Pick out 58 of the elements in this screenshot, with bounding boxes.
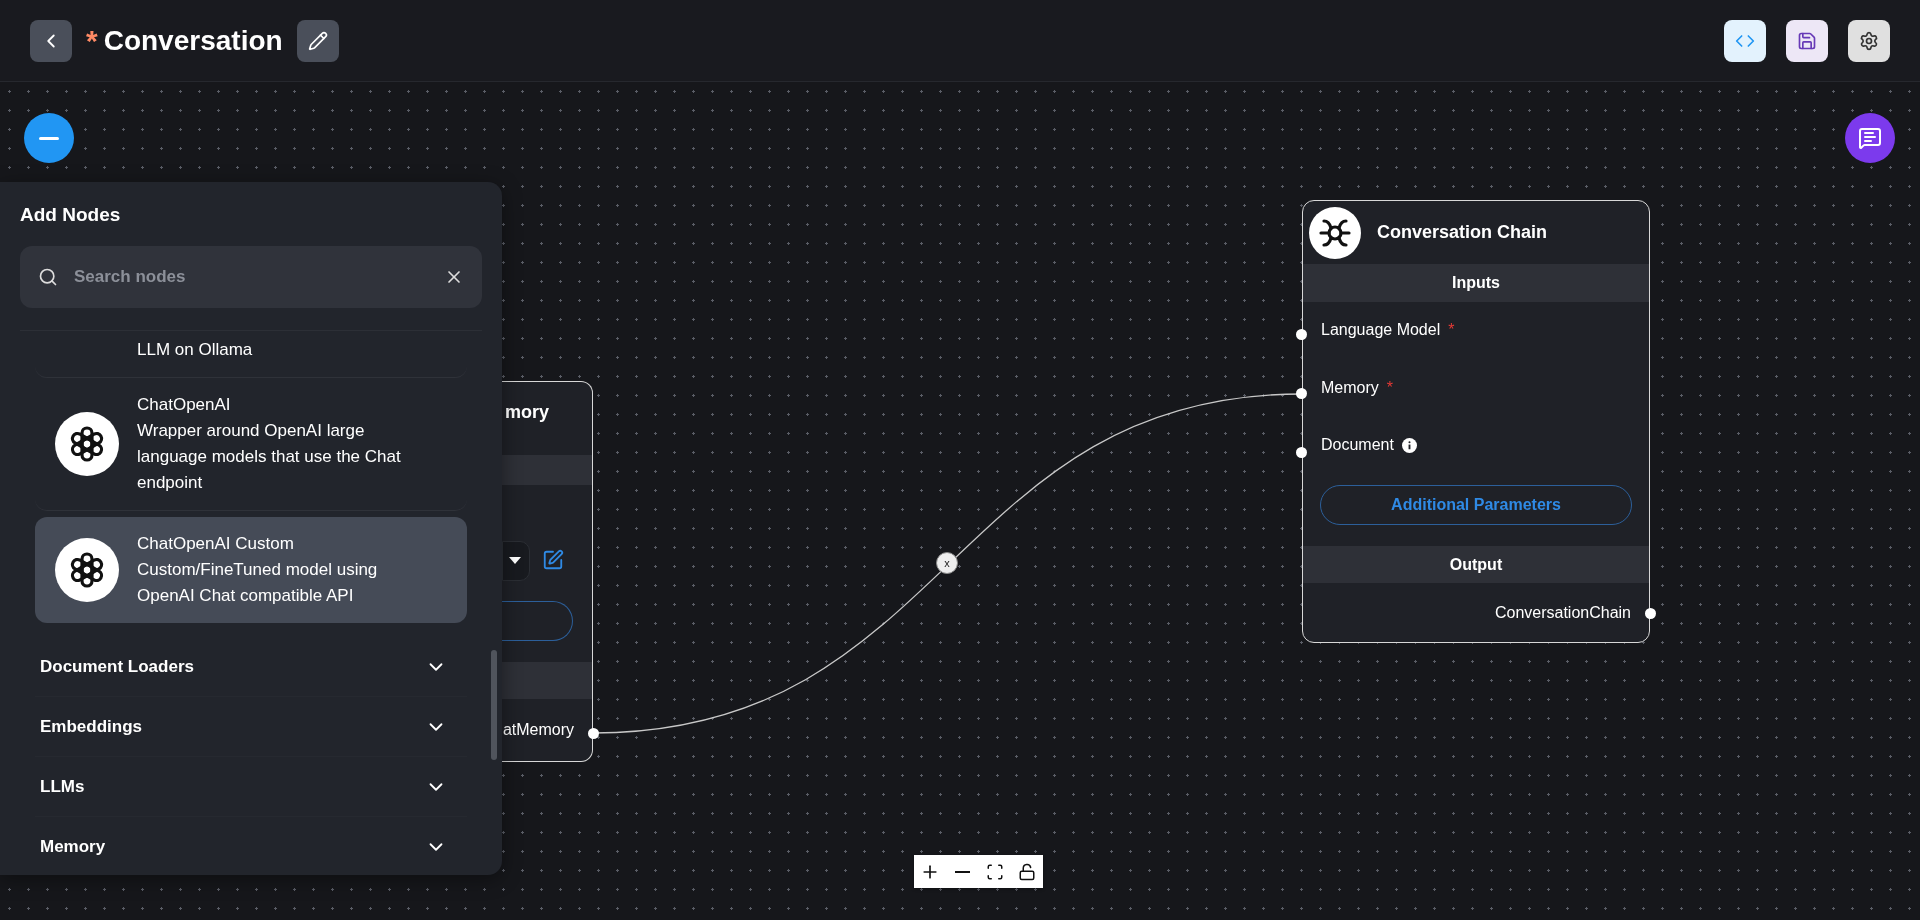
item-description: Wrapper around OpenAI large language models that use the Chat endpoint xyxy=(137,420,402,494)
input-label: Language Model xyxy=(1321,321,1441,340)
inputs-header: Inputs xyxy=(1303,264,1649,302)
category-header[interactable]: LLMs xyxy=(35,757,467,817)
item-name: ChatOpenAI Custom xyxy=(137,533,295,555)
conversation-chain-node[interactable]: Conversation Chain Inputs Language Model * Memory * Document Additional Parameters Output ConversationChain xyxy=(1302,200,1650,643)
input-handle[interactable] xyxy=(1296,388,1307,399)
flow-title: Conversation xyxy=(103,24,283,57)
input-handle[interactable] xyxy=(1296,447,1307,458)
save-button[interactable] xyxy=(1786,19,1828,62)
item-description: Custom/FineTuned model using OpenAI Chat compatible API xyxy=(137,559,379,607)
unsaved-mark: * xyxy=(86,23,98,58)
category-header[interactable]: Memory xyxy=(35,817,467,875)
settings-button[interactable] xyxy=(1848,19,1890,62)
caret-icon xyxy=(509,557,521,565)
memory-node[interactable]: mory atMemory xyxy=(502,381,593,762)
output-handle[interactable] xyxy=(588,728,599,739)
required-mark: * xyxy=(1386,378,1393,397)
input-label: Document xyxy=(1321,436,1394,455)
fit-view-icon xyxy=(985,862,1004,881)
input-handle[interactable] xyxy=(1296,329,1307,340)
delete-edge-button[interactable]: x xyxy=(936,552,958,574)
output-label: atMemory xyxy=(502,720,574,739)
chat-icon xyxy=(1858,126,1882,150)
edit-title-button[interactable] xyxy=(296,19,339,62)
item-name: ChatOpenAI xyxy=(137,394,232,416)
input-label: Memory xyxy=(1321,378,1379,397)
edit-icon[interactable] xyxy=(542,549,564,571)
node-list-item[interactable]: ChatOpenAI Wrapper around OpenAI large language models that use the Chat endpoint xyxy=(35,378,467,511)
back-button[interactable] xyxy=(30,19,72,62)
output-label: ConversationChain xyxy=(1494,603,1631,622)
node-title: Conversation Chain xyxy=(1377,222,1548,244)
output-header: Output xyxy=(1303,546,1649,584)
pencil-icon xyxy=(307,30,328,51)
chain-icon xyxy=(1309,206,1361,259)
code-button[interactable] xyxy=(1724,19,1766,62)
panel-title: Add Nodes xyxy=(20,204,122,226)
search-icon xyxy=(38,267,58,287)
dropdown-field[interactable] xyxy=(502,541,530,581)
category-header[interactable]: Document Loaders xyxy=(35,637,467,697)
output-handle[interactable] xyxy=(1645,608,1656,619)
collapse-button[interactable] xyxy=(24,113,74,163)
unlocked-padlock-icon xyxy=(1017,862,1036,881)
scrollbar[interactable] xyxy=(491,650,497,760)
chat-button[interactable] xyxy=(1845,113,1895,163)
node-list-item[interactable]: ChatOpenAI Custom Custom/FineTuned model using OpenAI Chat compatible API xyxy=(35,517,467,623)
openai-logo-icon xyxy=(55,538,119,602)
settings-icon xyxy=(1859,30,1879,51)
required-mark: * xyxy=(1448,321,1455,340)
node-title: mory xyxy=(505,402,549,423)
info-icon[interactable] xyxy=(1401,437,1417,453)
minus-icon xyxy=(39,136,59,140)
minus-icon xyxy=(954,870,970,873)
category-header[interactable]: Embeddings xyxy=(35,697,467,757)
openai-logo-icon xyxy=(55,412,119,476)
item-description: LLM on Ollama xyxy=(137,339,253,361)
node-list-item[interactable]: LLM on Ollama xyxy=(35,331,467,378)
search-field[interactable]: Search nodes xyxy=(20,246,482,308)
